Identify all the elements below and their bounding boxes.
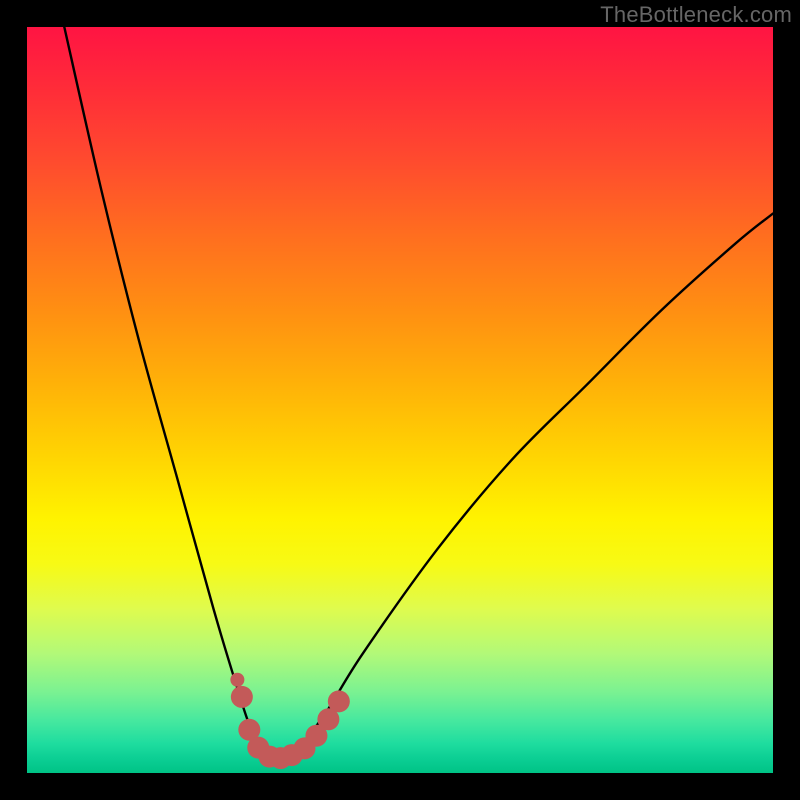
curve-layer (64, 27, 773, 758)
marker-dot (328, 690, 350, 712)
bottleneck-curve (64, 27, 773, 758)
plot-area (27, 27, 773, 773)
chart-frame: TheBottleneck.com (0, 0, 800, 800)
marker-layer (230, 673, 349, 769)
marker-dot (231, 686, 253, 708)
chart-svg (27, 27, 773, 773)
marker-dot-outlier (230, 673, 244, 687)
watermark-text: TheBottleneck.com (600, 2, 792, 28)
